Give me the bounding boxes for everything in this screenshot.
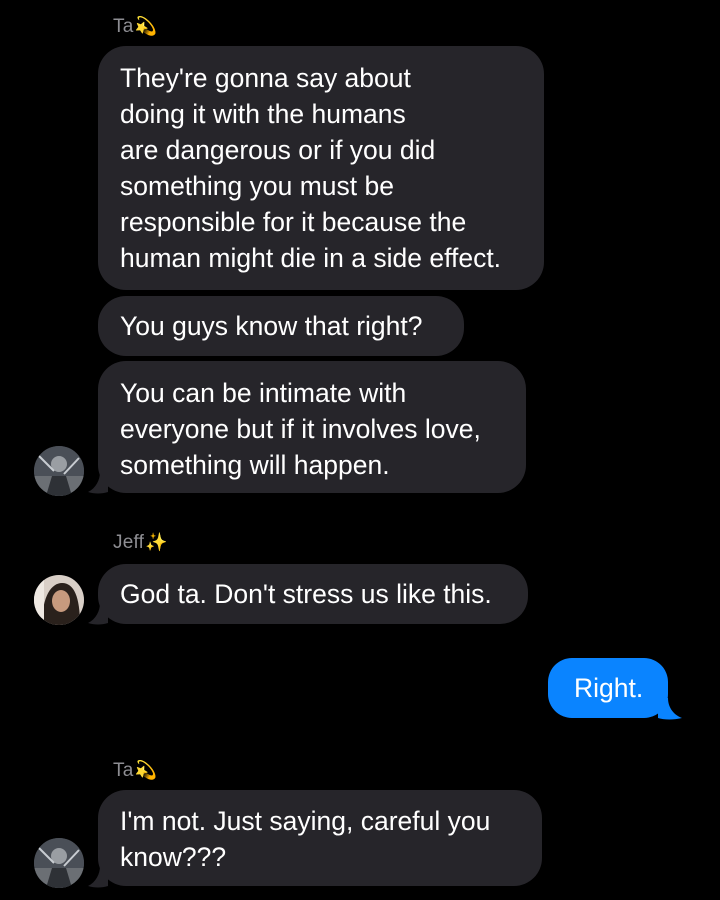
message-bubble-incoming[interactable]: I'm not. Just saying, careful you know??… [98,790,542,886]
sender-name-label: Ta [113,16,134,37]
avatar-ta[interactable] [34,446,84,496]
sender-name-ta: Ta💫 [113,760,157,782]
message-text-line: Right. [574,673,644,703]
message-text-line: doing it with the humans [120,99,406,129]
bubble-tail-icon [658,698,682,720]
dizzy-emoji-icon: 💫 [134,760,158,780]
message-text-line: human might die in a side effect. [120,243,502,273]
message-text-line: everyone but if it involves love, [120,414,481,444]
message-text-line: something you must be [120,171,394,201]
message-text-line: I'm not. Just saying, careful you [120,806,491,836]
message-text-line: something will happen. [120,450,390,480]
bubble-tail-icon [88,472,108,494]
message-text-line: responsible for it because the [120,207,467,237]
message-bubble-outgoing[interactable]: Right. [548,658,668,718]
message-text-line: You guys know that right? [120,311,423,341]
avatar-photo-icon [34,575,84,625]
sender-name-jeff: Jeff✨ [113,532,168,554]
message-text-line: God ta. Don't stress us like this. [120,579,492,609]
message-text-line: know??? [120,842,227,872]
avatar-photo-icon [34,446,84,496]
sender-name-label: Jeff [113,532,145,553]
avatar-photo-icon [34,838,84,888]
avatar-ta[interactable] [34,838,84,888]
message-bubble-incoming[interactable]: God ta. Don't stress us like this. [98,564,528,624]
message-text-line: are dangerous or if you did [120,135,436,165]
sender-name-label: Ta [113,760,134,781]
message-bubble-incoming[interactable]: You guys know that right? [98,296,464,356]
sparkles-emoji-icon: ✨ [145,532,168,552]
sender-name-ta: Ta💫 [113,16,157,38]
message-text-line: They're gonna say about [120,63,411,93]
message-text-line: You can be intimate with [120,378,407,408]
message-bubble-incoming[interactable]: You can be intimate with everyone but if… [98,361,526,493]
bubble-tail-icon [88,866,108,888]
bubble-tail-icon [88,603,108,625]
avatar-jeff[interactable] [34,575,84,625]
dizzy-emoji-icon: 💫 [134,16,158,36]
message-bubble-incoming[interactable]: They're gonna say about doing it with th… [98,46,544,290]
